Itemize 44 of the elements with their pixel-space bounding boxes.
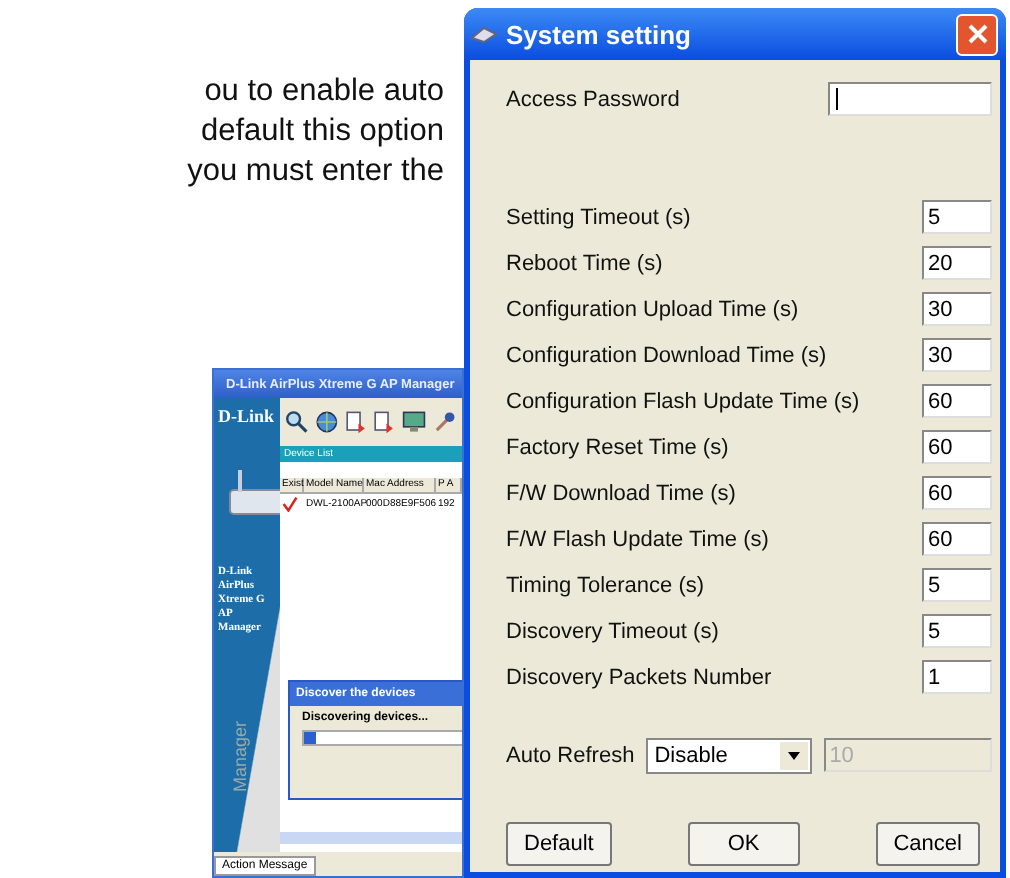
monitor-icon[interactable] — [402, 406, 429, 438]
side-watermark: Manager — [230, 720, 250, 792]
close-icon[interactable] — [967, 24, 987, 44]
body-text: you must enter the — [185, 152, 444, 192]
field-label: Factory Reset Time (s) — [506, 435, 729, 459]
input-field[interactable]: 60 — [922, 522, 992, 556]
input-field[interactable]: 5 — [922, 568, 992, 602]
horizontal-scrollbar[interactable] — [280, 832, 462, 844]
body-text: ou to enable auto — [202, 72, 444, 112]
dialog-button[interactable]: Default — [506, 822, 612, 866]
dialog-button[interactable]: Cancel — [875, 822, 980, 866]
dialog-title: System setting — [506, 19, 693, 49]
document-icon[interactable] — [372, 406, 399, 438]
field-label: Setting Timeout (s) — [506, 205, 691, 229]
input-field[interactable]: 20 — [922, 246, 992, 280]
field-label: Discovery Packets Number — [506, 665, 772, 689]
field-label: F/W Download Time (s) — [506, 481, 736, 505]
close-button[interactable] — [956, 13, 998, 55]
body-text: default this option — [198, 112, 444, 152]
input-field[interactable]: 30 — [922, 338, 992, 372]
field-label: Reboot Time (s) — [506, 251, 663, 275]
input-field[interactable]: 60 — [922, 430, 992, 464]
input-field[interactable]: 60 — [922, 476, 992, 510]
field-label: F/W Flash Update Time (s) — [506, 527, 769, 551]
logo-text: D-Link — [218, 406, 275, 426]
input-field[interactable]: 60 — [922, 384, 992, 418]
app-icon — [470, 24, 498, 44]
field-label: Configuration Download Time (s) — [506, 343, 827, 367]
input-field[interactable]: 1 — [922, 660, 992, 694]
globe-icon[interactable] — [313, 406, 340, 438]
input-field[interactable]: 5 — [922, 200, 992, 234]
password-field[interactable] — [828, 82, 992, 116]
input-field[interactable]: 30 — [922, 292, 992, 326]
field-label: Access Password — [506, 87, 680, 111]
field-label: Configuration Flash Update Time (s) — [506, 389, 860, 413]
field-label: Configuration Upload Time (s) — [506, 297, 799, 321]
search-icon[interactable] — [284, 406, 310, 438]
dropdown[interactable]: Disable — [646, 737, 812, 773]
field-label: Timing Tolerance (s) — [506, 573, 705, 597]
field-label: Discovery Timeout (s) — [506, 619, 719, 643]
document-icon[interactable] — [343, 406, 369, 438]
field-label: Auto Refresh — [506, 743, 635, 767]
dialog-button[interactable]: OK — [687, 822, 800, 866]
input-field[interactable]: 5 — [922, 614, 992, 648]
